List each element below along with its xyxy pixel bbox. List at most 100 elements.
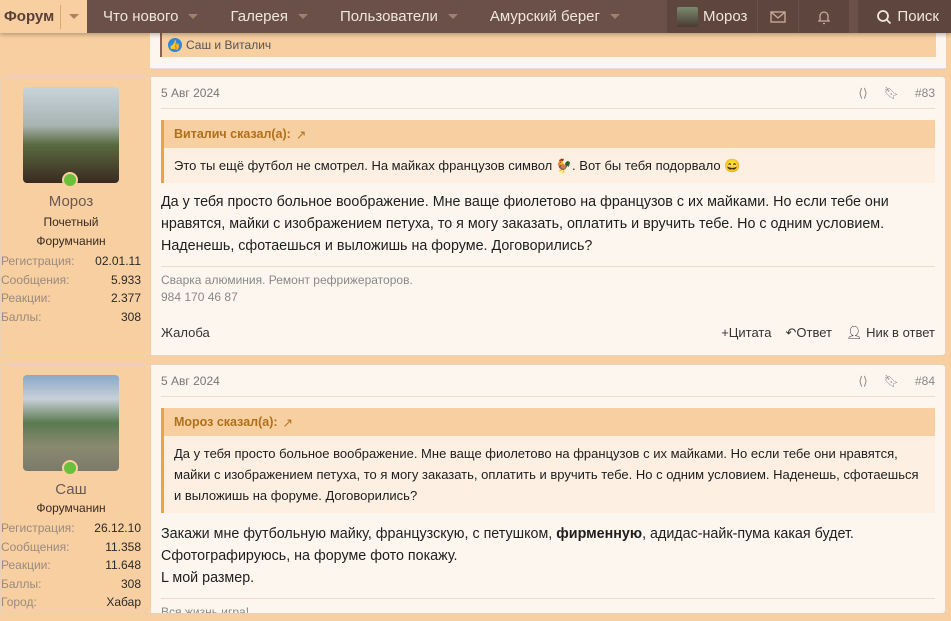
- username[interactable]: Мороз: [1, 193, 141, 210]
- post-date[interactable]: 5 Авг 2024: [161, 86, 220, 100]
- search-button[interactable]: Поиск: [857, 0, 951, 33]
- message-text: Да у тебя просто больное воображение. Мн…: [161, 194, 889, 254]
- online-indicator-icon: [62, 460, 78, 476]
- quote-author[interactable]: Виталич сказал(а):: [174, 127, 291, 141]
- inbox-button[interactable]: [757, 0, 799, 33]
- message-text: Закажи мне футбольную майку, французскую…: [161, 523, 935, 589]
- stat-label: Сообщения:: [1, 272, 70, 287]
- signature-line: 984 170 46 87: [161, 290, 238, 304]
- message-part: Закажи мне футбольную майку, французскую…: [161, 526, 557, 542]
- stat-label: Регистрация:: [1, 521, 75, 535]
- user-title: Форумчанин: [36, 234, 106, 248]
- search-label: Поиск: [897, 8, 939, 25]
- stat-value: 308: [120, 309, 141, 324]
- post-date[interactable]: 5 Авг 2024: [161, 374, 220, 388]
- previous-post-tail: 👍 Саш и Виталич: [0, 33, 951, 69]
- nav-whats-new[interactable]: Что нового: [87, 0, 214, 33]
- avatar[interactable]: [23, 375, 119, 471]
- avatar: [677, 6, 699, 27]
- mention-button[interactable]: 👤︎ Ник в ответ: [846, 325, 935, 341]
- stat-value: 11.648: [105, 558, 141, 572]
- post-body: 5 Авг 2024 ⟨⟩ 🔖︎ #83 Виталич сказал(а): ↗ Э…: [151, 77, 945, 355]
- stat-label: Регистрация:: [1, 254, 75, 268]
- reply-icon: ↶: [785, 325, 797, 340]
- stat-value: 308: [120, 576, 141, 591]
- top-nav: Форум Что нового Галерея Пользователи Ам…: [0, 0, 951, 33]
- user-title: Почетный: [43, 215, 99, 229]
- nav-label: Амурский берег: [489, 8, 600, 25]
- user-icon: 👤︎: [845, 325, 863, 340]
- stat-value: 11.358: [105, 539, 141, 554]
- stat-value: 5.933: [110, 272, 141, 287]
- reactions-bar[interactable]: 👍 Саш и Виталич: [160, 33, 936, 57]
- share-icon[interactable]: ⟨⟩: [858, 86, 867, 100]
- quote-text: Да у тебя просто больное воображение. Мн…: [174, 446, 919, 503]
- post: Саш Форумчанин Регистрация: 26.12.10 Сооб…: [0, 364, 946, 614]
- signature: Вся жизнь игра!: [161, 598, 935, 614]
- stat-value: 2.377: [110, 291, 141, 305]
- stat-value: Хабар: [106, 595, 141, 609]
- chevron-down-icon[interactable]: [298, 14, 308, 19]
- reaction-users[interactable]: Саш и Виталич: [186, 38, 271, 52]
- stat-label: Баллы:: [1, 576, 42, 591]
- search-icon: [877, 9, 892, 24]
- user-stats: Регистрация: 26.12.10 Сообщения: 11.358 Ре…: [1, 519, 141, 612]
- user-stats: Регистрация: 02.01.11 Сообщения: 5.933 Реа…: [1, 252, 141, 326]
- user-title: Форумчанин: [36, 501, 106, 515]
- nav-forum[interactable]: Форум: [0, 0, 87, 33]
- bookmark-icon[interactable]: 🔖︎: [884, 374, 899, 388]
- stat-value: 26.12.10: [94, 521, 141, 535]
- reply-label: Ответ: [796, 325, 832, 340]
- message-line: L мой размер.: [161, 570, 255, 586]
- stat-label: Сообщения:: [1, 539, 70, 554]
- nav-forum-label: Форум: [4, 8, 55, 25]
- post-number[interactable]: #84: [915, 374, 935, 388]
- chevron-down-icon[interactable]: [69, 14, 80, 19]
- quote-author[interactable]: Мороз сказал(а):: [174, 415, 278, 429]
- nav-gallery[interactable]: Галерея: [214, 0, 324, 33]
- message-line: Сфотографируюсь, на форуме фото покажу.: [161, 548, 458, 564]
- share-icon[interactable]: ⟨⟩: [858, 374, 867, 388]
- nav-label: Галерея: [230, 8, 288, 25]
- nav-users[interactable]: Пользователи: [324, 0, 474, 33]
- mention-label: Ник в ответ: [866, 325, 935, 340]
- nav-amur[interactable]: Амурский берег: [474, 0, 636, 33]
- quote-block: Мороз сказал(а): ↗ Да у тебя просто больн…: [161, 408, 935, 513]
- report-link[interactable]: Жалоба: [161, 325, 210, 341]
- message-part: , адидас-найк-пума какая будет.: [642, 526, 854, 542]
- post: Мороз Почетный Форумчанин Регистрация: 02…: [0, 76, 946, 356]
- stat-label: Город:: [1, 595, 37, 609]
- quote-button[interactable]: +Цитата: [721, 325, 771, 341]
- reply-button[interactable]: ↶Ответ: [785, 325, 832, 341]
- envelope-icon: [770, 10, 787, 23]
- bell-icon: [818, 10, 831, 24]
- quote-text: Это ты ещё футбол не смотрел. На майках …: [174, 158, 741, 173]
- signature-line: Сварка алюминия. Ремонт рефрижераторов.: [161, 273, 413, 287]
- user-info: Мороз Почетный Форумчанин Регистрация: 02…: [1, 77, 151, 355]
- stat-label: Реакции:: [1, 291, 51, 305]
- stat-label: Баллы:: [1, 309, 42, 324]
- external-link-icon[interactable]: ↗: [296, 127, 306, 142]
- quote-block: Виталич сказал(а): ↗ Это ты ещё футбол не…: [161, 120, 935, 183]
- bookmark-icon[interactable]: 🔖︎: [884, 86, 899, 100]
- external-link-icon[interactable]: ↗: [283, 415, 293, 430]
- chevron-down-icon[interactable]: [609, 14, 620, 19]
- chevron-down-icon[interactable]: [447, 14, 458, 19]
- chevron-down-icon[interactable]: [188, 14, 199, 19]
- message-bold: фирменную: [556, 526, 643, 542]
- account-button[interactable]: Мороз: [666, 0, 758, 33]
- quote-label: Цитата: [728, 325, 772, 340]
- avatar[interactable]: [23, 87, 119, 183]
- post-body: 5 Авг 2024 ⟨⟩ 🔖︎ #84 Мороз сказал(а): ↗ Да …: [151, 365, 945, 613]
- account-name: Мороз: [703, 8, 748, 25]
- username[interactable]: Саш: [1, 481, 141, 498]
- signature: Сварка алюминия. Ремонт рефрижераторов. 9…: [161, 266, 935, 306]
- nav-label: Пользователи: [340, 8, 438, 25]
- stat-value: 02.01.11: [95, 254, 141, 268]
- post-number[interactable]: #83: [915, 86, 935, 100]
- like-icon: 👍: [168, 38, 182, 52]
- alerts-button[interactable]: [798, 0, 850, 33]
- stat-label: Реакции:: [1, 558, 51, 572]
- online-indicator-icon: [62, 172, 78, 188]
- signature-line: Вся жизнь игра!: [161, 605, 250, 614]
